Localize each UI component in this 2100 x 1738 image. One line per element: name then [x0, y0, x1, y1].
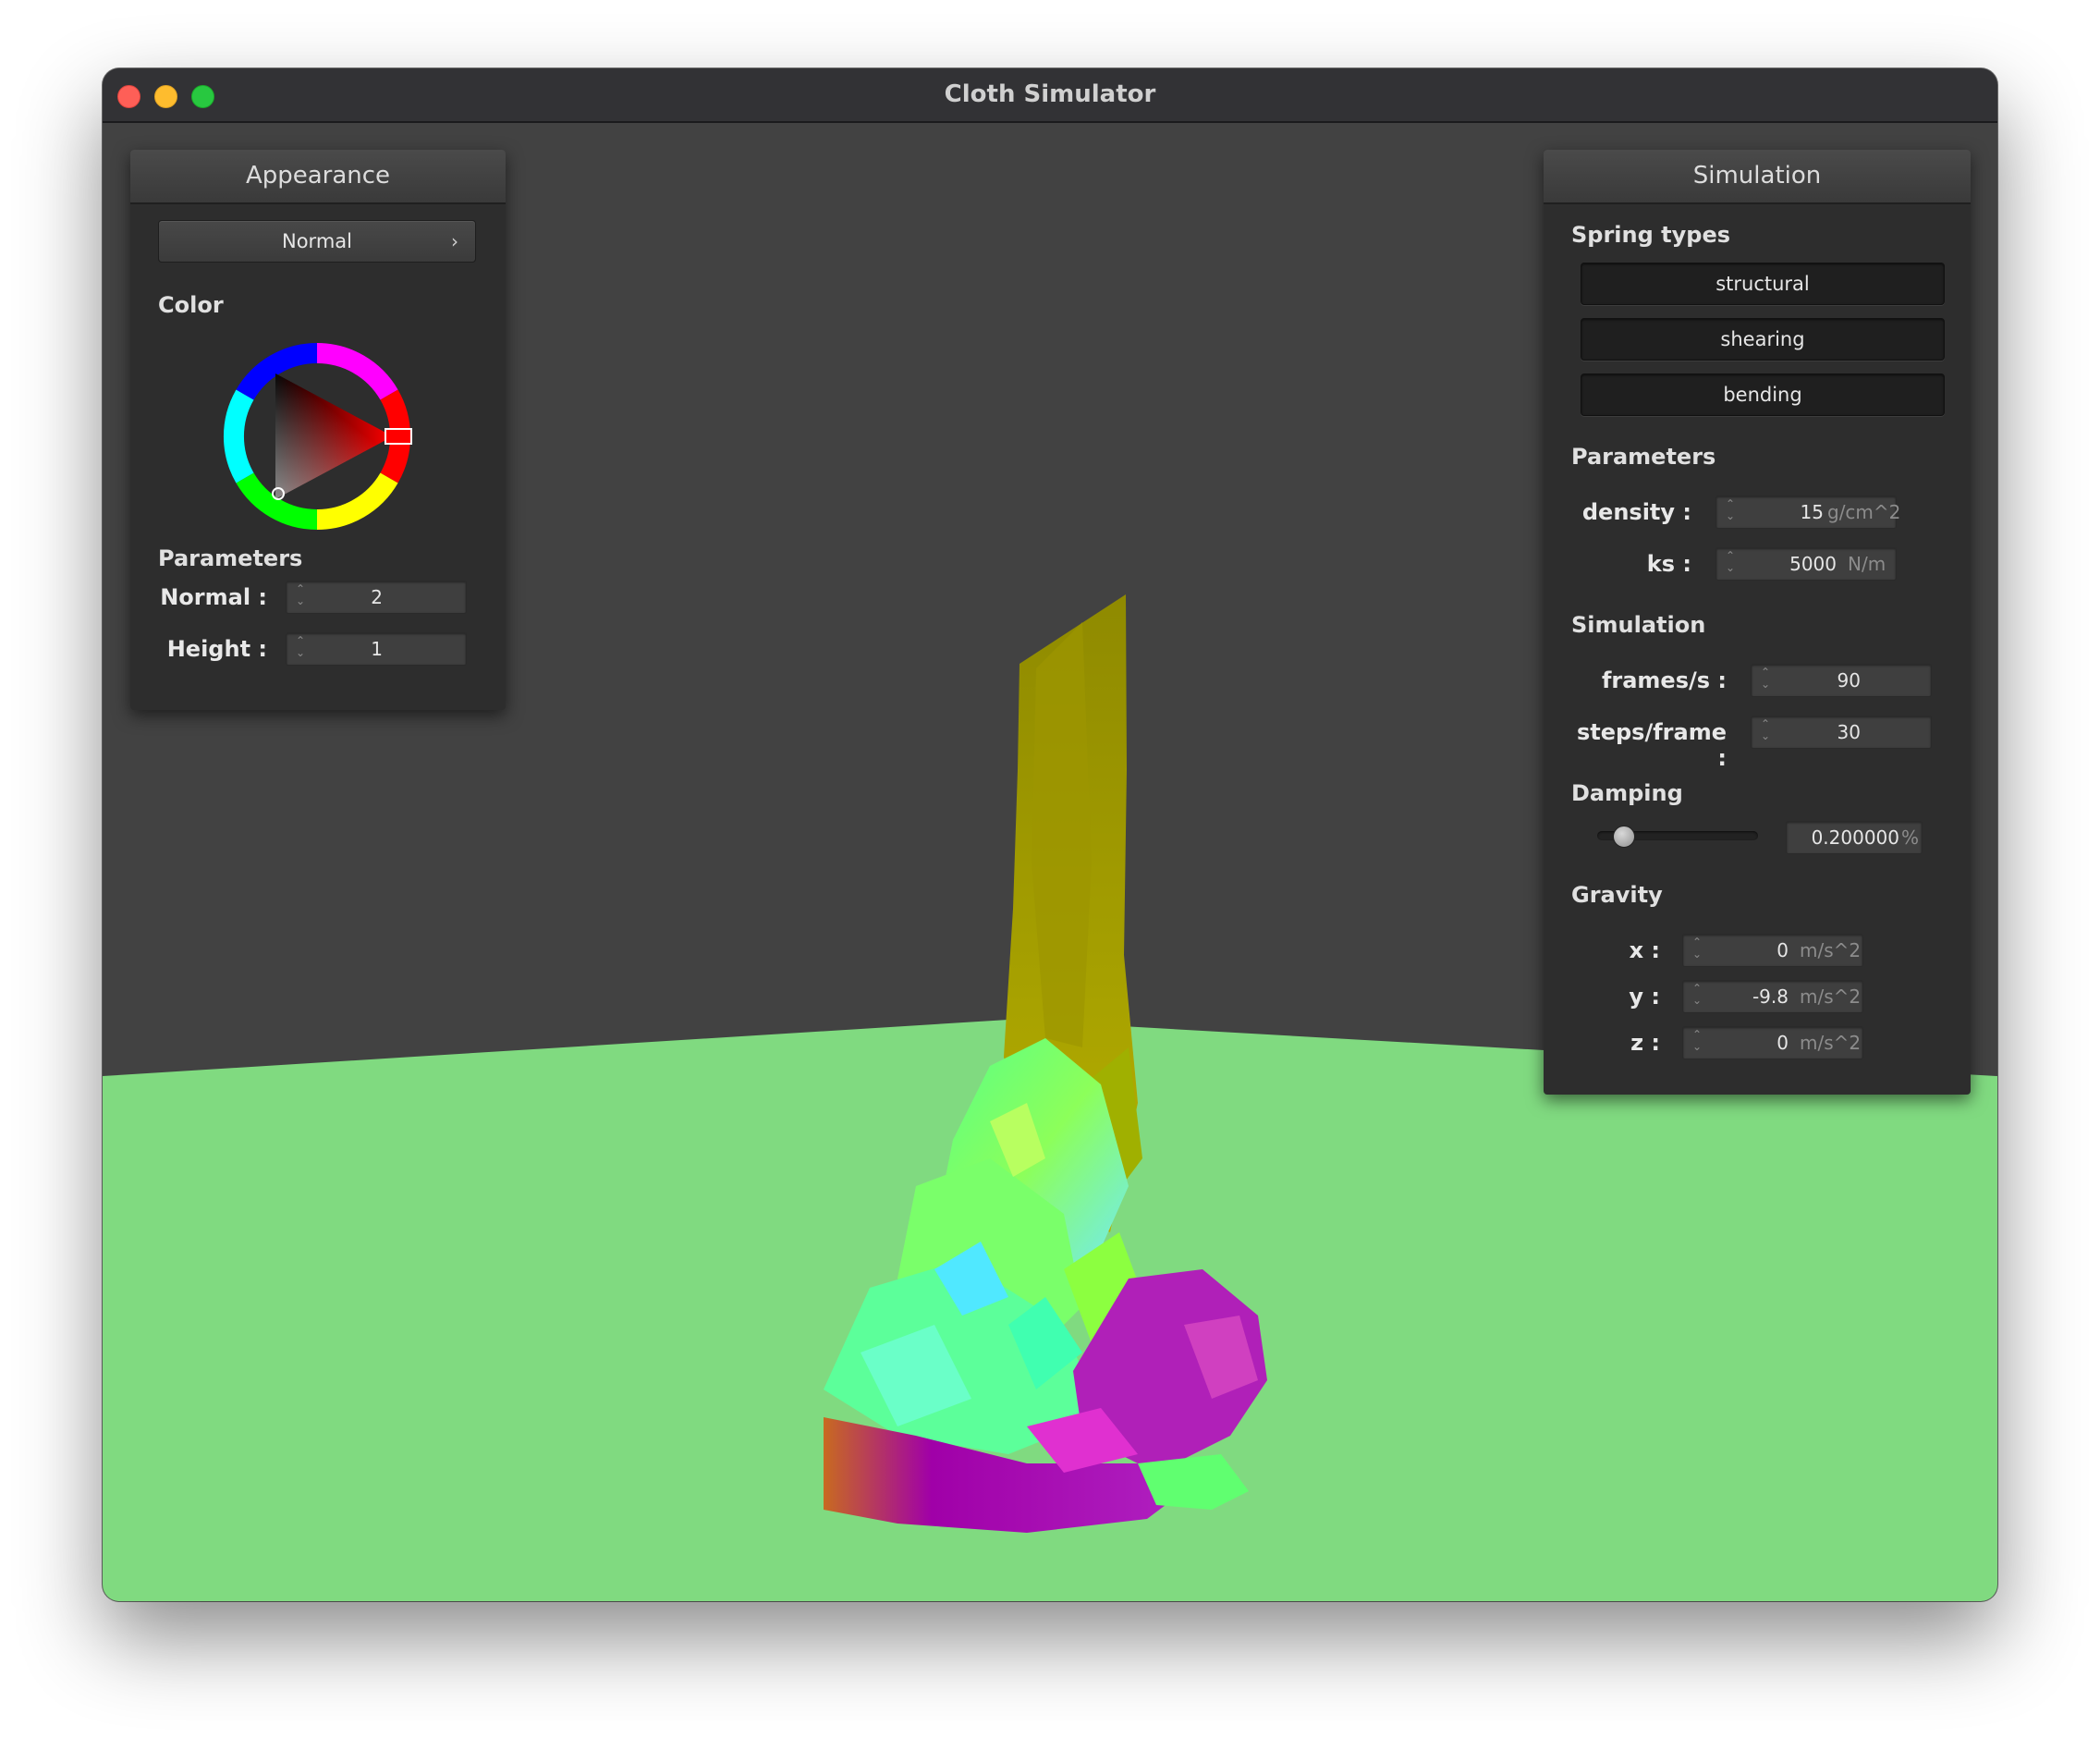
hue-picker-handle[interactable]	[385, 428, 412, 445]
ks-input[interactable]: ⌃ ⌄ 5000 N/m	[1715, 547, 1897, 581]
steps-value: 30	[1837, 721, 1861, 743]
spinner-arrows-icon[interactable]: ⌃ ⌄	[1724, 498, 1737, 526]
ks-value: 5000	[1789, 553, 1837, 575]
fps-input[interactable]: ⌃ ⌄ 90	[1751, 664, 1932, 697]
chevron-right-icon: ›	[451, 230, 458, 252]
spinner-arrows-icon[interactable]: ⌃ ⌄	[1759, 667, 1772, 694]
gravity-z-value: 0	[1776, 1032, 1789, 1054]
spring-types-label: Spring types	[1571, 222, 1731, 248]
density-unit: g/cm^2	[1827, 501, 1901, 523]
gravity-x-unit: m/s^2	[1800, 939, 1862, 961]
ks-unit: N/m	[1848, 553, 1886, 575]
appearance-panel-header[interactable]: Appearance	[130, 150, 506, 204]
damping-slider-knob[interactable]	[1613, 826, 1636, 848]
damping-value: 0.200000	[1811, 826, 1899, 849]
spinner-arrows-icon[interactable]: ⌃ ⌄	[294, 583, 307, 611]
density-value: 15	[1800, 501, 1824, 523]
spinner-arrows-icon[interactable]: ⌃ ⌄	[1691, 1029, 1703, 1057]
simulation-panel: Simulation Spring types structural shear…	[1544, 150, 1971, 1095]
color-wheel[interactable]	[215, 335, 419, 538]
ks-label: ks :	[1646, 551, 1691, 577]
shader-select-label: Normal	[282, 230, 352, 252]
gravity-z-label: z :	[1630, 1030, 1660, 1056]
gravity-x-label: x :	[1629, 937, 1660, 963]
shearing-toggle-button[interactable]: shearing	[1581, 318, 1945, 361]
gravity-x-value: 0	[1776, 939, 1789, 961]
height-param-label: Height :	[166, 636, 267, 662]
steps-label: steps/frame :	[1576, 719, 1727, 771]
gravity-y-value: -9.8	[1752, 985, 1789, 1008]
spinner-arrows-icon[interactable]: ⌃ ⌄	[1691, 936, 1703, 964]
normal-param-value: 2	[371, 586, 383, 608]
normal-param-label: Normal :	[160, 584, 267, 610]
gravity-y-input[interactable]: ⌃ ⌄ -9.8 m/s^2	[1682, 980, 1863, 1013]
simulation-panel-header[interactable]: Simulation	[1544, 150, 1971, 204]
bending-toggle-button[interactable]: bending	[1581, 373, 1945, 416]
density-label: density :	[1581, 499, 1691, 525]
sim-parameters-label: Parameters	[1571, 444, 1716, 470]
normal-param-input[interactable]: ⌃ ⌄ 2	[286, 581, 467, 614]
gravity-y-label: y :	[1629, 984, 1660, 1010]
appearance-parameters-label: Parameters	[158, 545, 303, 571]
damping-label: Damping	[1571, 780, 1683, 806]
gravity-z-input[interactable]: ⌃ ⌄ 0 m/s^2	[1682, 1026, 1863, 1059]
gravity-x-input[interactable]: ⌃ ⌄ 0 m/s^2	[1682, 934, 1863, 967]
simulation-section-label: Simulation	[1571, 612, 1706, 638]
app-window: Cloth Simulator Appearance Normal › Colo…	[103, 68, 1997, 1601]
structural-toggle-button[interactable]: structural	[1581, 263, 1945, 305]
spinner-arrows-icon[interactable]: ⌃ ⌄	[1759, 718, 1772, 746]
gravity-z-unit: m/s^2	[1800, 1032, 1862, 1054]
height-param-input[interactable]: ⌃ ⌄ 1	[286, 632, 467, 666]
spinner-arrows-icon[interactable]: ⌃ ⌄	[294, 635, 307, 663]
spinner-arrows-icon[interactable]: ⌃ ⌄	[1724, 550, 1737, 578]
gravity-label: Gravity	[1571, 882, 1663, 908]
fps-value: 90	[1837, 669, 1861, 692]
gravity-y-unit: m/s^2	[1800, 985, 1862, 1008]
density-input[interactable]: ⌃ ⌄ 15 g/cm^2	[1715, 496, 1901, 529]
spinner-arrows-icon[interactable]: ⌃ ⌄	[1691, 983, 1703, 1010]
fps-label: frames/s :	[1601, 667, 1727, 693]
window-title: Cloth Simulator	[944, 80, 1156, 108]
appearance-panel: Appearance Normal › Color Parameters Nor…	[130, 150, 506, 710]
height-param-value: 1	[371, 638, 383, 660]
damping-input[interactable]: 0.200000 %	[1786, 821, 1923, 854]
shader-select-button[interactable]: Normal ›	[158, 220, 476, 263]
damping-unit: %	[1901, 826, 1920, 849]
steps-input[interactable]: ⌃ ⌄ 30	[1751, 716, 1932, 749]
color-section-label: Color	[158, 292, 224, 318]
title-bar: Cloth Simulator	[103, 68, 1997, 123]
